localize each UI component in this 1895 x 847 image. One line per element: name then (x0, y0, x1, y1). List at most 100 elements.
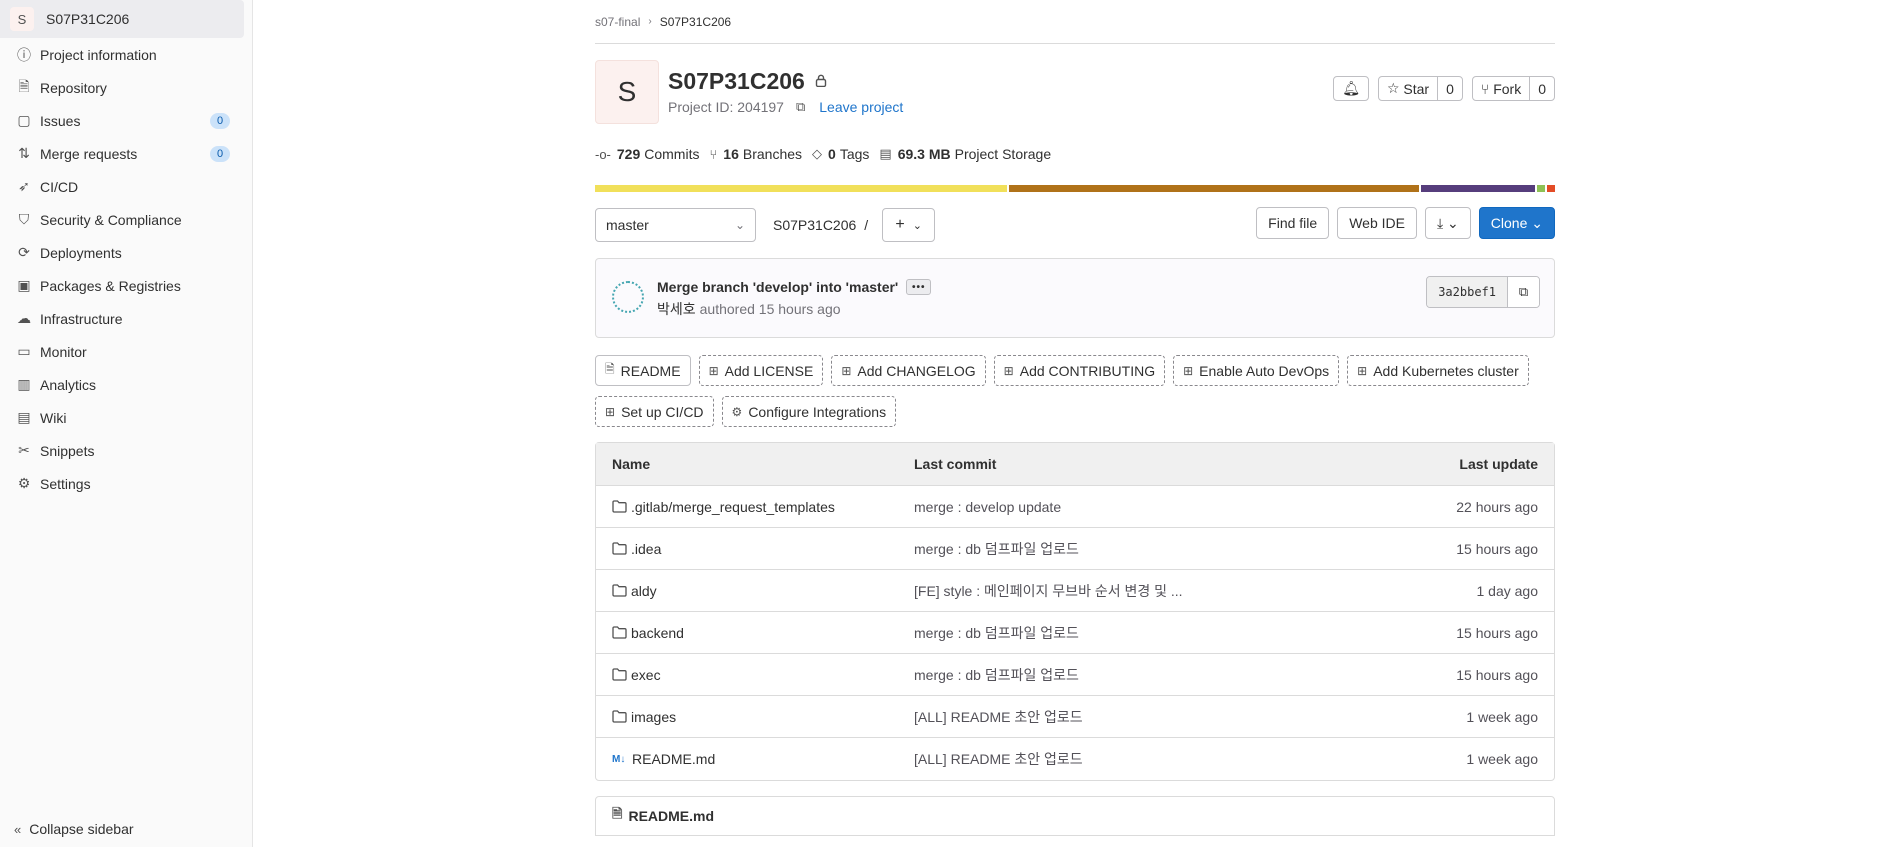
project-stats: -o- 729 Commits ⑂ 16 Branches ◇ 0 Tags ▤ 69.3 M… (595, 134, 1555, 174)
branch-selector[interactable]: master ⌄ (595, 208, 756, 242)
author-avatar[interactable] (612, 281, 644, 313)
sidebar-item-analytics[interactable]: ▥ Analytics (0, 368, 252, 401)
sidebar-item-issues[interactable]: ▢ Issues 0 (0, 104, 252, 137)
file-last-commit[interactable]: merge : develop update (914, 499, 1354, 515)
find-file-button[interactable]: Find file (1256, 207, 1330, 239)
quick-action-label: Add CHANGELOG (857, 362, 976, 379)
branches-stat[interactable]: ⑂ 16 Branches (709, 146, 802, 162)
table-row[interactable]: .gitlab/merge_request_templates merge : d… (596, 486, 1554, 528)
notification-dropdown[interactable]: 🔔︎ (1333, 76, 1369, 101)
chart-icon: ▥ (17, 376, 31, 392)
quick-actions: 🗎︎ README ⊞ Add LICENSE ⊞ Add CHANGELOG ⊞ Add C… (595, 355, 1555, 427)
file-last-commit[interactable]: merge : db 덤프파일 업로드 (914, 665, 1354, 685)
sidebar-item-security-compliance[interactable]: ⛉ Security & Compliance (0, 203, 252, 236)
project-avatar-small: S (10, 7, 34, 31)
file-name[interactable]: exec (631, 667, 661, 683)
file-name[interactable]: .gitlab/merge_request_templates (631, 499, 835, 515)
copy-icon[interactable]: ⧉ (1507, 277, 1539, 307)
tags-stat[interactable]: ◇ 0 Tags (812, 146, 869, 162)
fork-label: Fork (1493, 80, 1522, 97)
file-last-commit[interactable]: merge : db 덤프파일 업로드 (914, 539, 1354, 559)
star-button[interactable]: ☆ Star 0 (1377, 76, 1463, 101)
fork-button[interactable]: ⑂ Fork 0 (1471, 76, 1555, 101)
quick-action-add-kubernetes-cluster[interactable]: ⊞ Add Kubernetes cluster (1347, 355, 1529, 386)
path-root[interactable]: S07P31C206 (773, 217, 856, 233)
table-row[interactable]: images [ALL] README 초안 업로드 1 week ago (596, 696, 1554, 738)
quick-action-label: Add CONTRIBUTING (1019, 362, 1156, 379)
commit-icon: -o- (595, 146, 611, 162)
breadcrumb-parent[interactable]: s07-final (595, 15, 640, 29)
file-table-header: Name Last commit Last update (596, 443, 1554, 486)
language-segment[interactable] (1008, 185, 1419, 192)
commit-author[interactable]: 박세호 (657, 301, 696, 317)
file-last-commit[interactable]: [ALL] README 초안 업로드 (914, 707, 1354, 727)
file-name[interactable]: images (631, 709, 676, 725)
leave-project-link[interactable]: Leave project (819, 99, 903, 115)
storage-stat[interactable]: ▤ 69.3 MB Project Storage (879, 146, 1051, 162)
language-segment[interactable] (595, 185, 1007, 192)
sidebar-item-snippets[interactable]: ✂︎ Snippets (0, 434, 252, 467)
count-badge: 0 (210, 145, 230, 162)
chevron-right-icon: › (648, 16, 652, 27)
file-name[interactable]: backend (631, 625, 684, 641)
add-dropdown-button[interactable]: + ⌄ (882, 208, 936, 242)
sidebar-item-label: Repository (40, 79, 107, 96)
sidebar-item-infrastructure[interactable]: ☁︎ Infrastructure (0, 302, 252, 335)
commit-sha[interactable]: 3a2bbef1 (1427, 277, 1507, 307)
commits-stat[interactable]: -o- 729 Commits (595, 146, 699, 162)
sidebar-item-label: Deployments (40, 244, 122, 261)
quick-action-configure-integrations[interactable]: ⚙︎ Configure Integrations (721, 396, 897, 427)
ellipsis-icon[interactable]: ••• (906, 279, 932, 295)
language-segment[interactable] (1536, 185, 1546, 192)
sidebar-item-label: Settings (40, 475, 91, 492)
file-last-commit[interactable]: [FE] style : 메인페이지 무브바 순서 변경 및 ... (914, 581, 1354, 601)
storage-icon: ▤ (879, 146, 892, 161)
sidebar-item-wiki[interactable]: ▤ Wiki (0, 401, 252, 434)
quick-action-add-contributing[interactable]: ⊞ Add CONTRIBUTING (993, 355, 1166, 386)
star-icon: ☆ (1386, 80, 1404, 96)
file-name[interactable]: .idea (631, 541, 661, 557)
sidebar-item-project-information[interactable]: ⓘ Project information (0, 38, 252, 71)
table-row[interactable]: backend merge : db 덤프파일 업로드 15 hours ago (596, 612, 1554, 654)
plus-square-icon: ⊞ (605, 404, 616, 419)
monitor-icon: ▭ (17, 343, 31, 359)
sidebar-item-settings[interactable]: ⚙︎ Settings (0, 467, 252, 500)
download-dropdown-button[interactable]: ⤓ ⌄ (1424, 207, 1471, 239)
quick-action-set-up-ci-cd[interactable]: ⊞ Set up CI/CD (595, 396, 714, 427)
language-segment[interactable] (1421, 185, 1535, 192)
sidebar-item-repository[interactable]: 🗎︎ Repository (0, 71, 252, 104)
clone-button[interactable]: Clone ⌄ (1478, 207, 1555, 239)
sidebar-item-monitor[interactable]: ▭ Monitor (0, 335, 252, 368)
commit-message[interactable]: Merge branch 'develop' into 'master' (657, 279, 898, 295)
table-row[interactable]: M↓ README.md [ALL] README 초안 업로드 1 week ago (596, 738, 1554, 780)
repo-toolbar: master ⌄ S07P31C206/ + ⌄ Find file Web I… (595, 207, 1555, 243)
language-segment[interactable] (1547, 185, 1555, 192)
sidebar-project-header[interactable]: S S07P31C206 (0, 0, 244, 38)
sidebar-item-deployments[interactable]: ⟳ Deployments (0, 236, 252, 269)
breadcrumb-current[interactable]: S07P31C206 (660, 15, 731, 29)
table-row[interactable]: aldy [FE] style : 메인페이지 무브바 순서 변경 및 ... 1 … (596, 570, 1554, 612)
quick-action-add-changelog[interactable]: ⊞ Add CHANGELOG (831, 355, 986, 386)
quick-action-label: Configure Integrations (748, 403, 887, 420)
table-row[interactable]: exec merge : db 덤프파일 업로드 15 hours ago (596, 654, 1554, 696)
sidebar-item-merge-requests[interactable]: ⇅ Merge requests 0 (0, 137, 252, 170)
fork-count[interactable]: 0 (1529, 77, 1554, 100)
project-header: S S07P31C206 Project ID: 204197 ⧉ Leave … (595, 44, 1555, 134)
web-ide-button[interactable]: Web IDE (1337, 207, 1417, 239)
collapse-sidebar-button[interactable]: « Collapse sidebar (14, 821, 134, 837)
sidebar-item-packages-registries[interactable]: ▣ Packages & Registries (0, 269, 252, 302)
file-name[interactable]: README.md (632, 751, 715, 767)
rocket-icon: ➶ (18, 178, 30, 194)
copy-icon[interactable]: ⧉ (796, 99, 805, 115)
file-name[interactable]: aldy (631, 583, 657, 599)
quick-action-add-license[interactable]: ⊞ Add LICENSE (698, 355, 824, 386)
file-last-commit[interactable]: merge : db 덤프파일 업로드 (914, 623, 1354, 643)
file-last-commit[interactable]: [ALL] README 초안 업로드 (914, 749, 1354, 769)
star-count[interactable]: 0 (1437, 77, 1462, 100)
table-row[interactable]: .idea merge : db 덤프파일 업로드 15 hours ago (596, 528, 1554, 570)
readme-title[interactable]: README.md (628, 808, 714, 824)
plus-square-icon: ⊞ (1003, 363, 1014, 378)
quick-action-readme[interactable]: 🗎︎ README (595, 355, 691, 386)
sidebar-item-ci-cd[interactable]: ➶ CI/CD (0, 170, 252, 203)
quick-action-enable-auto-devops[interactable]: ⊞ Enable Auto DevOps (1173, 355, 1340, 386)
